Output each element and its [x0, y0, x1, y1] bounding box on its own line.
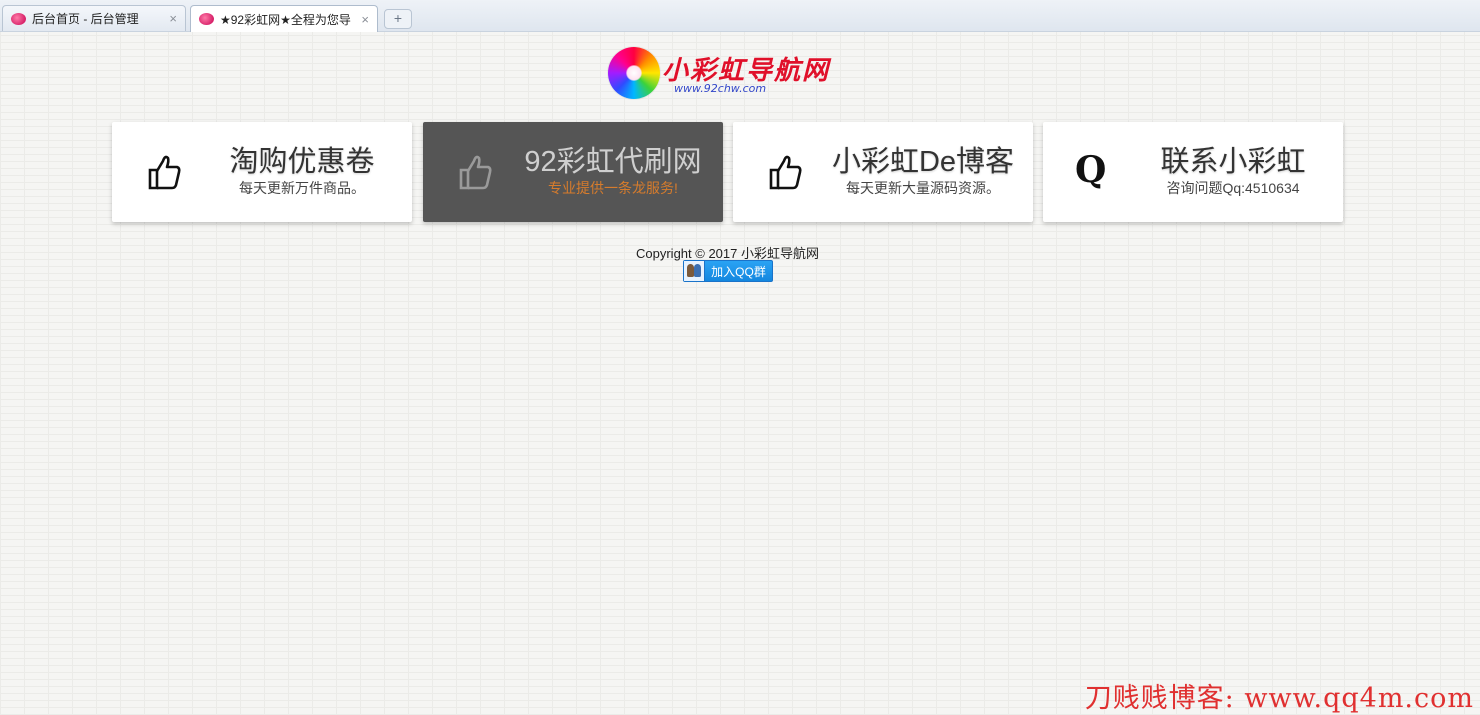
close-icon[interactable]: ×	[361, 12, 369, 27]
favicon-icon	[11, 12, 26, 25]
thumbs-up-icon	[148, 155, 181, 190]
card-contact[interactable]: Q 联系小彩虹 咨询问题Qq:4510634	[1043, 122, 1343, 222]
thumbs-up-icon	[459, 155, 492, 190]
tab-title: ★92彩虹网★全程为您导	[220, 12, 351, 27]
card-title: 淘购优惠卷	[229, 146, 375, 178]
qq-group-icon	[684, 261, 705, 281]
tab-title: 后台首页 - 后台管理	[32, 12, 139, 26]
card-taobao-coupon[interactable]: 淘购优惠卷 每天更新万件商品。	[112, 122, 412, 222]
new-tab-button[interactable]: +	[384, 9, 412, 29]
tab-92chw[interactable]: ★92彩虹网★全程为您导 ×	[190, 5, 378, 32]
favicon-icon	[199, 13, 214, 25]
watermark-text: 刀贱贱博客: www.qq4m.com	[1084, 683, 1474, 714]
card-subtitle: 专业提供一条龙服务!	[548, 180, 678, 196]
card-subtitle: 每天更新万件商品。	[239, 180, 365, 196]
join-qq-group-label: 加入QQ群	[711, 264, 766, 279]
card-title: 联系小彩虹	[1160, 146, 1306, 178]
card-title: 小彩虹De博客	[831, 146, 1015, 178]
site-logo[interactable]: 小彩虹导航网 www.92chw.com	[606, 44, 856, 104]
close-icon[interactable]: ×	[169, 11, 177, 26]
logo-url-text: www.92chw.com	[674, 82, 767, 95]
join-qq-group-button[interactable]: 加入QQ群	[683, 260, 773, 282]
card-blog[interactable]: 小彩虹De博客 每天更新大量源码资源。	[733, 122, 1033, 222]
card-subtitle: 每天更新大量源码资源。	[846, 180, 1000, 196]
card-title: 92彩虹代刷网	[524, 146, 702, 178]
browser-tab-bar: 后台首页 - 后台管理 × ★92彩虹网★全程为您导 × +	[0, 0, 1480, 32]
q-letter-icon: Q	[1075, 149, 1107, 191]
card-subtitle: 咨询问题Qq:4510634	[1166, 180, 1300, 196]
rainbow-wheel-icon	[608, 47, 660, 99]
tab-admin-home[interactable]: 后台首页 - 后台管理 ×	[2, 5, 186, 31]
card-92chw-service[interactable]: 92彩虹代刷网 专业提供一条龙服务!	[423, 122, 723, 222]
thumbs-up-icon	[769, 155, 802, 190]
